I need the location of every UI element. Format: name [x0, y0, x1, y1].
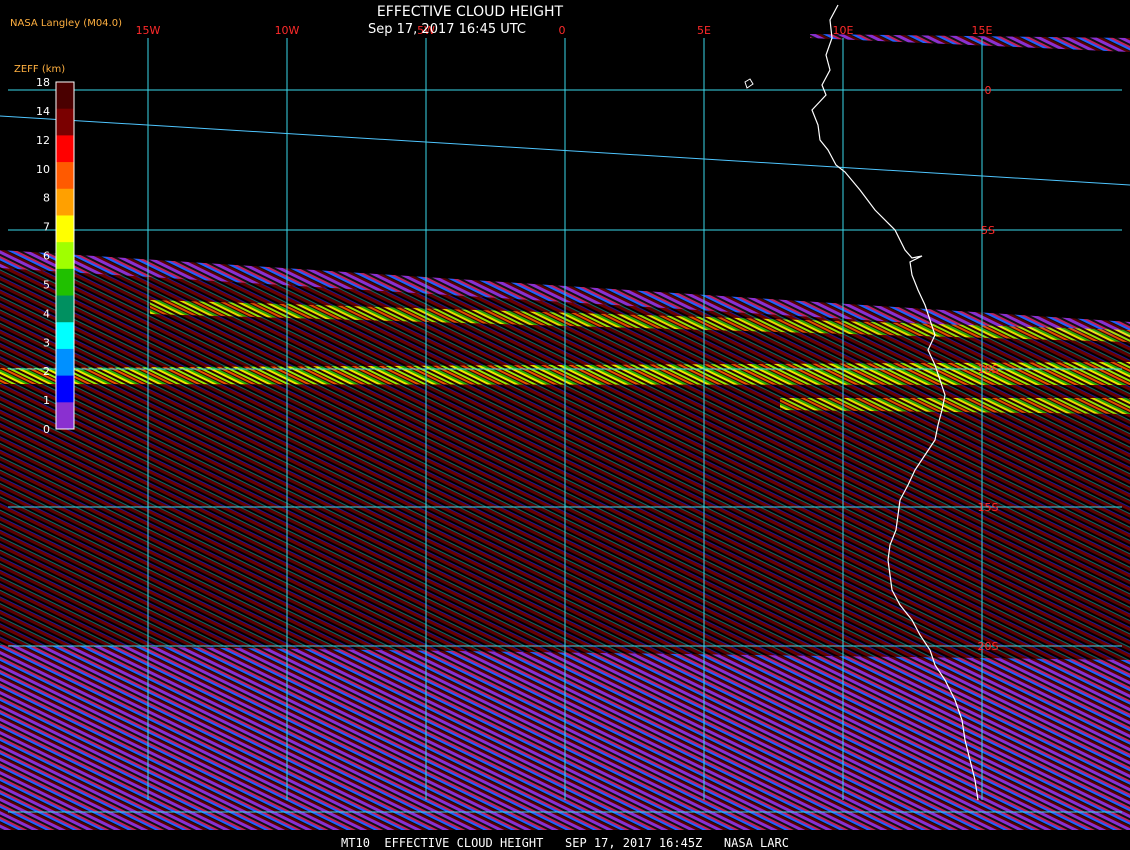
legend-tick: 6 [43, 250, 50, 263]
legend-tick: 18 [36, 76, 50, 89]
map-datetime: Sep 17, 2017 16:45 UTC [368, 22, 526, 37]
swath-top-right [810, 34, 1130, 52]
legend-tick: 0 [43, 423, 50, 436]
map-title: EFFECTIVE CLOUD HEIGHT [377, 4, 564, 20]
lat-label: 10S [978, 363, 999, 376]
legend-swatch [56, 242, 74, 270]
lon-label: 15W [136, 24, 161, 37]
legend-tick: 4 [43, 307, 50, 320]
legend-tick: 7 [43, 221, 50, 234]
lon-label: 0 [559, 24, 566, 37]
lon-label: 10E [833, 24, 854, 37]
legend-tick: 8 [43, 192, 50, 205]
legend-tick: 5 [43, 278, 50, 291]
lat-label: 0 [985, 84, 992, 97]
legend-swatch [56, 322, 74, 350]
legend-swatch [56, 348, 74, 377]
legend-swatch [56, 188, 74, 216]
legend-swatch [56, 162, 74, 190]
lon-label: 15E [972, 24, 993, 37]
legend-tick: 3 [43, 336, 50, 349]
legend-swatch [56, 268, 74, 297]
legend-swatch [56, 375, 74, 403]
legend-tick: 2 [43, 365, 50, 378]
lat-label: 20S [978, 640, 999, 653]
legend-tick: 10 [36, 163, 50, 176]
island-outline [744, 78, 754, 89]
lon-label: 5E [697, 24, 711, 37]
legend-swatch [56, 215, 74, 243]
satellite-image-viewer: 15W 10W 5W 0 5E 10E 15E05S10S15S20S NASA Langl… [0, 4, 1130, 850]
legend-swatch [56, 108, 74, 136]
lat-label: 15S [978, 501, 999, 514]
source-label: NASA Langley (M04.0) [10, 18, 122, 29]
legend-swatch [56, 82, 74, 110]
legend-tick: 14 [36, 105, 50, 118]
legend-color-bar [55, 81, 75, 430]
lon-label: 10W [275, 24, 300, 37]
legend-tick: 1 [43, 394, 50, 407]
legend-label: ZEFF (km) [14, 64, 65, 75]
footer-caption: MT10 EFFECTIVE CLOUD HEIGHT SEP 17, 2017… [341, 836, 789, 850]
lat-label: 5S [981, 224, 995, 237]
legend-tick: 12 [36, 134, 50, 147]
legend-swatch [56, 402, 74, 430]
legend-swatch [56, 295, 74, 323]
legend-swatch [56, 135, 74, 163]
